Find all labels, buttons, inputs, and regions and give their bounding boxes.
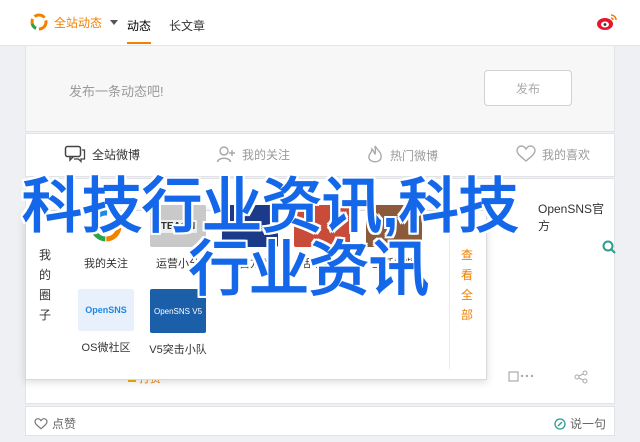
comment-button[interactable]: 说一句 bbox=[554, 415, 606, 432]
heart-icon bbox=[34, 417, 48, 429]
logo-icon bbox=[30, 13, 48, 31]
view-all-link[interactable]: 查 看 全 部 bbox=[460, 245, 474, 325]
filter-label: 热门微博 bbox=[390, 148, 439, 163]
title-char: 我 bbox=[38, 248, 51, 262]
filter-all-weibo[interactable]: 全站微博 bbox=[64, 145, 140, 163]
feed-action-bar: 点赞 说一句 bbox=[25, 406, 615, 436]
filter-label: 我的关注 bbox=[242, 147, 291, 162]
circle-name: OS微社区 bbox=[81, 342, 131, 354]
link-char: 查 bbox=[460, 248, 473, 262]
thumb-text: TEACH bbox=[158, 219, 198, 233]
circle-thumb bbox=[294, 205, 350, 247]
user-add-icon bbox=[216, 146, 235, 163]
filter-label: 我的喜欢 bbox=[542, 147, 591, 162]
popup-divider bbox=[449, 219, 450, 369]
publish-button[interactable]: 发布 bbox=[484, 70, 572, 106]
my-circles-title: 我 的 圈 子 bbox=[38, 245, 52, 325]
like-label: 点赞 bbox=[52, 417, 77, 431]
filter-my-follow[interactable]: 我的关注 bbox=[216, 145, 290, 163]
circle-thumb: TEACH bbox=[150, 205, 206, 247]
top-bar: 全站动态 动态 长文章 bbox=[0, 0, 640, 46]
more-button[interactable] bbox=[574, 370, 588, 384]
share-icon bbox=[508, 371, 534, 382]
tab-long-article[interactable]: 长文章 bbox=[169, 17, 205, 34]
like-button[interactable]: 点赞 bbox=[34, 415, 76, 432]
title-char: 圈 bbox=[38, 288, 51, 302]
link-char: 全 bbox=[460, 288, 473, 302]
chat-icon bbox=[64, 145, 86, 163]
circle-name: 我的关注 bbox=[84, 258, 128, 270]
filter-my-like[interactable]: 我的喜欢 bbox=[516, 145, 590, 163]
circle-tile-ops[interactable]: TEACH 运营小分 bbox=[142, 205, 214, 271]
circle-name: 运营小分 bbox=[156, 258, 200, 270]
comment-label: 说一句 bbox=[569, 417, 606, 431]
circle-tile-gallery[interactable]: 活动画廊 bbox=[286, 205, 358, 271]
circle-name: 生活视频 bbox=[372, 258, 416, 270]
network-icon bbox=[574, 370, 588, 384]
loader-icon bbox=[90, 210, 122, 242]
link-char: 看 bbox=[460, 268, 473, 282]
link-char: 部 bbox=[460, 308, 473, 322]
title-char: 子 bbox=[38, 308, 51, 322]
heart-icon bbox=[516, 145, 536, 162]
circle-tile-my-follow[interactable]: 我的关注 bbox=[70, 205, 142, 271]
circle-tile-strategy[interactable]: 智营方略 bbox=[214, 205, 286, 271]
tab-dynamic[interactable]: 动态 bbox=[127, 17, 152, 44]
circle-tile-video[interactable]: 生活视频 bbox=[358, 205, 430, 271]
circle-name: V5突击小队 bbox=[149, 344, 207, 356]
filter-hot-weibo[interactable]: 热门微博 bbox=[366, 145, 438, 165]
weibo-icon[interactable] bbox=[596, 12, 618, 37]
search-icon[interactable] bbox=[602, 240, 616, 254]
circle-name: 活动画廊 bbox=[300, 258, 344, 270]
site-switcher[interactable]: 全站动态 bbox=[30, 13, 119, 31]
circle-thumb bbox=[78, 205, 134, 247]
edit-icon bbox=[554, 417, 566, 430]
brand-label: 全站动态 bbox=[54, 15, 103, 30]
circle-tile-os[interactable]: OpenSNS OS微社区 bbox=[70, 289, 142, 355]
compose-input[interactable]: 发布一条动态吧! bbox=[69, 81, 164, 100]
feed-author[interactable]: OpenSNS官方 bbox=[538, 200, 615, 234]
circle-thumb: OpenSNS V5 bbox=[150, 289, 206, 333]
chevron-down-icon bbox=[110, 19, 119, 25]
circle-thumb bbox=[366, 205, 422, 247]
share-button[interactable] bbox=[508, 370, 534, 382]
filter-label: 全站微博 bbox=[92, 147, 141, 162]
circle-thumb: OpenSNS bbox=[78, 289, 134, 331]
circle-name: 智营方略 bbox=[228, 258, 272, 270]
compose-box: 发布一条动态吧! 发布 bbox=[25, 46, 615, 132]
my-circles-popup: 我 的 圈 子 我的关注 TEACH 运营小分 智营方略 活动画廊 生活视频 O… bbox=[25, 205, 487, 380]
title-char: 的 bbox=[38, 268, 51, 282]
circle-tile-v5[interactable]: OpenSNS V5 V5突击小队 bbox=[142, 289, 214, 357]
feed-filter-bar: 全站微博 我的关注 热门微博 我的喜欢 bbox=[25, 133, 615, 177]
thumb-text: OpenSNS V5 bbox=[153, 306, 203, 316]
thumb-text: OpenSNS bbox=[85, 305, 127, 315]
circle-thumb bbox=[222, 205, 278, 247]
flame-icon bbox=[368, 145, 382, 163]
